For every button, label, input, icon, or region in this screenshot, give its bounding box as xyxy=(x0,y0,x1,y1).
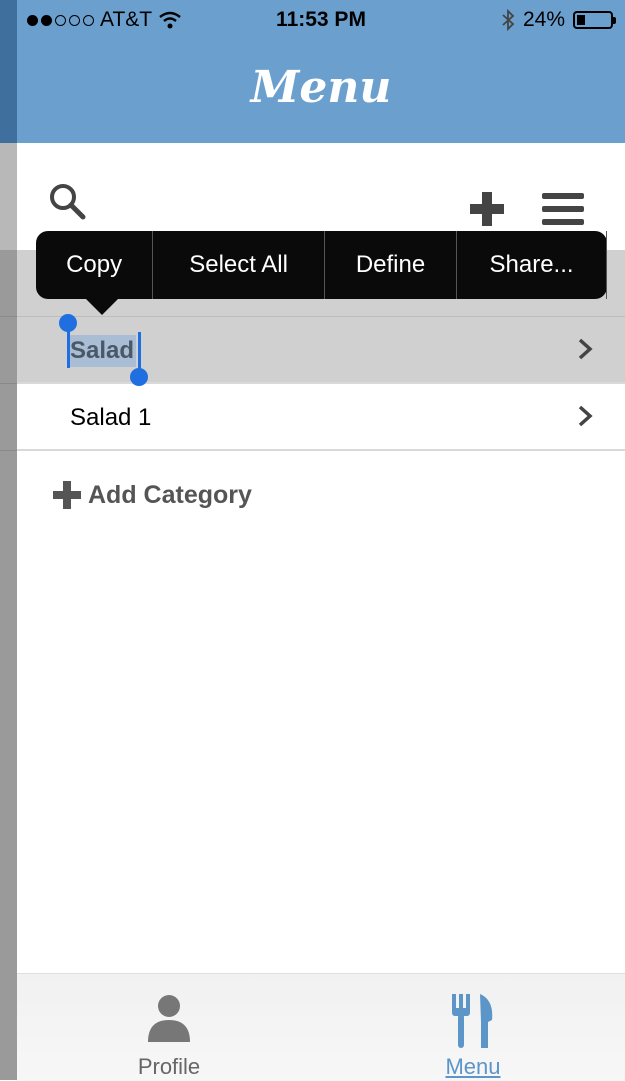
share-button[interactable]: Share... xyxy=(457,231,608,299)
add-category-label: Add Category xyxy=(88,480,252,509)
search-icon xyxy=(50,184,86,220)
add-button[interactable] xyxy=(465,187,509,231)
tab-label: Profile xyxy=(137,1054,201,1079)
text-selection-popup: Copy Select All Define Share... xyxy=(36,231,608,315)
plus-icon xyxy=(53,481,81,509)
menu-button[interactable] xyxy=(539,187,587,231)
person-icon xyxy=(148,995,190,1042)
list-item-salad[interactable]: Salad xyxy=(17,317,625,384)
selection-end-handle[interactable] xyxy=(130,368,148,386)
tab-profile[interactable]: Profile xyxy=(17,974,321,1081)
battery-percent: 24% xyxy=(522,8,565,31)
search-button[interactable] xyxy=(45,179,89,223)
popup-pointer xyxy=(86,299,118,315)
page-title: Menu xyxy=(250,62,392,113)
fork-knife-icon xyxy=(452,994,493,1048)
tab-bar: Profile Menu xyxy=(17,973,625,1081)
chevron-right-icon xyxy=(578,338,593,360)
list-item-salad-1[interactable]: Salad 1 xyxy=(17,384,625,451)
add-category-button[interactable]: Add Category xyxy=(52,480,252,510)
select-all-button[interactable]: Select All xyxy=(153,231,325,299)
plus-icon xyxy=(470,192,504,226)
list-item-label: Salad 1 xyxy=(70,404,152,431)
selection-end-bar xyxy=(138,332,141,370)
tab-label: Menu xyxy=(445,1054,501,1079)
status-bar: AT&T 11:53 PM 24% xyxy=(17,0,625,40)
tab-menu[interactable]: Menu xyxy=(321,974,625,1081)
selection-start-bar xyxy=(67,330,70,368)
hamburger-icon xyxy=(542,193,584,225)
define-button[interactable]: Define xyxy=(325,231,458,299)
chevron-right-icon xyxy=(578,405,593,427)
battery-icon xyxy=(573,11,616,29)
background-view-strip xyxy=(0,0,17,1080)
bluetooth-icon xyxy=(502,9,515,31)
nav-header: Menu xyxy=(17,40,625,143)
copy-button[interactable]: Copy xyxy=(36,231,154,299)
list-item-label: Salad xyxy=(68,335,137,367)
